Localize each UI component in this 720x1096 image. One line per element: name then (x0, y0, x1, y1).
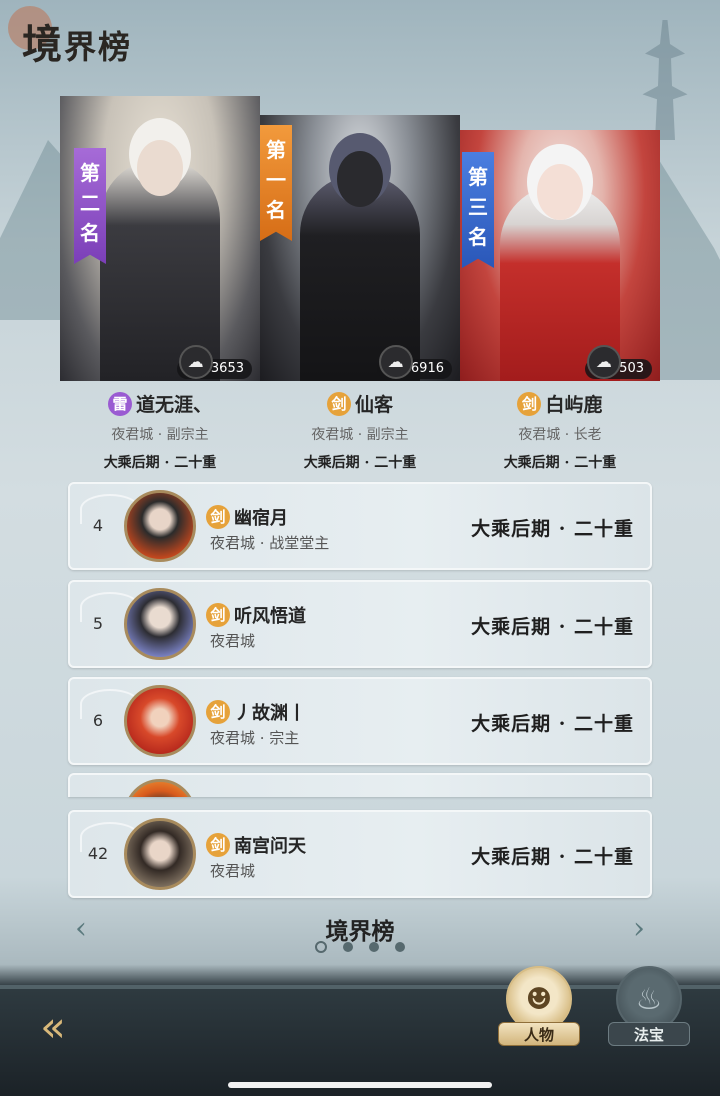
school-badge-icon: 雷 (107, 391, 132, 416)
leaderboard-name: 境界榜 (325, 918, 395, 945)
page-dot[interactable] (343, 942, 353, 952)
score-pill: ☁ 13653 (176, 345, 252, 379)
podium-third-info: 剑 白屿鹿 夜君城 · 长老 大乘后期 · 二十重 (460, 390, 660, 472)
character-head (537, 164, 583, 220)
player-realm: 大乘后期 · 二十重 (471, 616, 634, 638)
avatar[interactable] (124, 685, 196, 757)
player-name[interactable]: 道无涯、 (136, 390, 212, 417)
school-badge-icon: 剑 (206, 700, 230, 724)
player-realm: 大乘后期 · 二十重 (103, 455, 217, 471)
school-badge-icon: 剑 (206, 603, 230, 627)
pagoda-decoration (642, 20, 688, 140)
player-name[interactable]: 白屿鹿 (545, 390, 602, 417)
school-badge-icon: 剑 (517, 391, 542, 416)
home-indicator[interactable] (228, 1082, 492, 1088)
ranking-row[interactable]: 4 剑 幽宿月 夜君城 · 战堂堂主 大乘后期 · 二十重 (68, 482, 652, 570)
avatar[interactable] (124, 588, 196, 660)
scroll-cloud-icon: ☁ (178, 345, 213, 379)
rank-number: 42 (87, 844, 109, 863)
page-dot[interactable] (369, 942, 379, 952)
podium-third-portrait[interactable]: 第三名 ☁ 5503 (460, 130, 660, 381)
rank-banner-third: 第三名 (462, 152, 494, 268)
player-sect: 夜君城 (210, 862, 256, 880)
podium-second-info: 雷 道无涯、 夜君城 · 副宗主 大乘后期 · 二十重 (60, 390, 260, 472)
podium-second-portrait[interactable]: 第二名 ☁ 13653 (60, 96, 260, 381)
scroll-cloud-icon: ☁ (586, 345, 621, 379)
page-indicator (0, 941, 720, 953)
avatar[interactable] (124, 490, 196, 562)
rank-banner-first: 第一名 (260, 125, 292, 241)
player-name: 幽宿月 (234, 508, 288, 529)
player-sect: 夜君城 · 宗主 (210, 729, 300, 747)
player-name[interactable]: 仙客 (355, 390, 393, 417)
character-head (137, 140, 183, 196)
player-sect: 夜君城 (210, 632, 256, 650)
player-realm: 大乘后期 · 二十重 (471, 713, 634, 735)
my-ranking-row[interactable]: 42 剑 南宫问天 夜君城 大乘后期 · 二十重 (68, 810, 652, 898)
treasure-tab-button[interactable]: ♨ 法宝 (608, 966, 690, 1046)
podium-first-info: 剑 仙客 夜君城 · 副宗主 大乘后期 · 二十重 (260, 390, 460, 472)
rank-number: 6 (92, 711, 104, 730)
player-realm: 大乘后期 · 二十重 (303, 455, 417, 471)
player-realm: 大乘后期 · 二十重 (471, 846, 634, 868)
next-page-arrow-icon[interactable]: › (624, 912, 654, 946)
avatar (124, 779, 196, 797)
ranking-row-partial[interactable] (68, 773, 652, 797)
score-pill: ☁ 5503 (584, 345, 652, 379)
school-badge-icon: 剑 (326, 391, 351, 416)
score-pill: ☁ 26916 (376, 345, 452, 379)
player-sect: 夜君城 · 副宗主 (111, 427, 209, 443)
avatar[interactable] (124, 818, 196, 890)
page-dot[interactable] (395, 942, 405, 952)
player-sect: 夜君城 · 战堂堂主 (210, 534, 330, 552)
player-name: 丿故渊丨 (234, 703, 306, 724)
ranking-row[interactable]: 5 剑 听风悟道 夜君城 大乘后期 · 二十重 (68, 580, 652, 668)
rank-number: 4 (92, 516, 104, 535)
school-badge-icon: 剑 (206, 505, 230, 529)
ranking-row[interactable]: 6 剑 丿故渊丨 夜君城 · 宗主 大乘后期 · 二十重 (68, 677, 652, 765)
page-dot-active[interactable] (315, 941, 327, 953)
character-head (337, 151, 383, 207)
rank-number: 5 (92, 614, 104, 633)
podium-first-portrait[interactable]: 第一名 ☁ 26916 (260, 115, 460, 381)
player-name: 南宫问天 (234, 836, 306, 857)
rank-banner-second: 第二名 (74, 148, 106, 264)
player-sect: 夜君城 · 副宗主 (311, 427, 409, 443)
school-badge-icon: 剑 (206, 833, 230, 857)
player-name: 听风悟道 (234, 606, 306, 627)
character-tab-button[interactable]: ☻ 人物 (498, 966, 580, 1046)
player-sect: 夜君城 · 长老 (518, 427, 602, 443)
player-realm: 大乘后期 · 二十重 (471, 518, 634, 540)
scroll-cloud-icon: ☁ (378, 345, 413, 379)
page-title: 境界榜 (22, 21, 133, 68)
character-tab-label: 人物 (498, 1022, 580, 1046)
back-arrow-icon[interactable]: « (22, 1002, 84, 1052)
treasure-tab-label: 法宝 (608, 1022, 690, 1046)
player-realm: 大乘后期 · 二十重 (503, 455, 617, 471)
